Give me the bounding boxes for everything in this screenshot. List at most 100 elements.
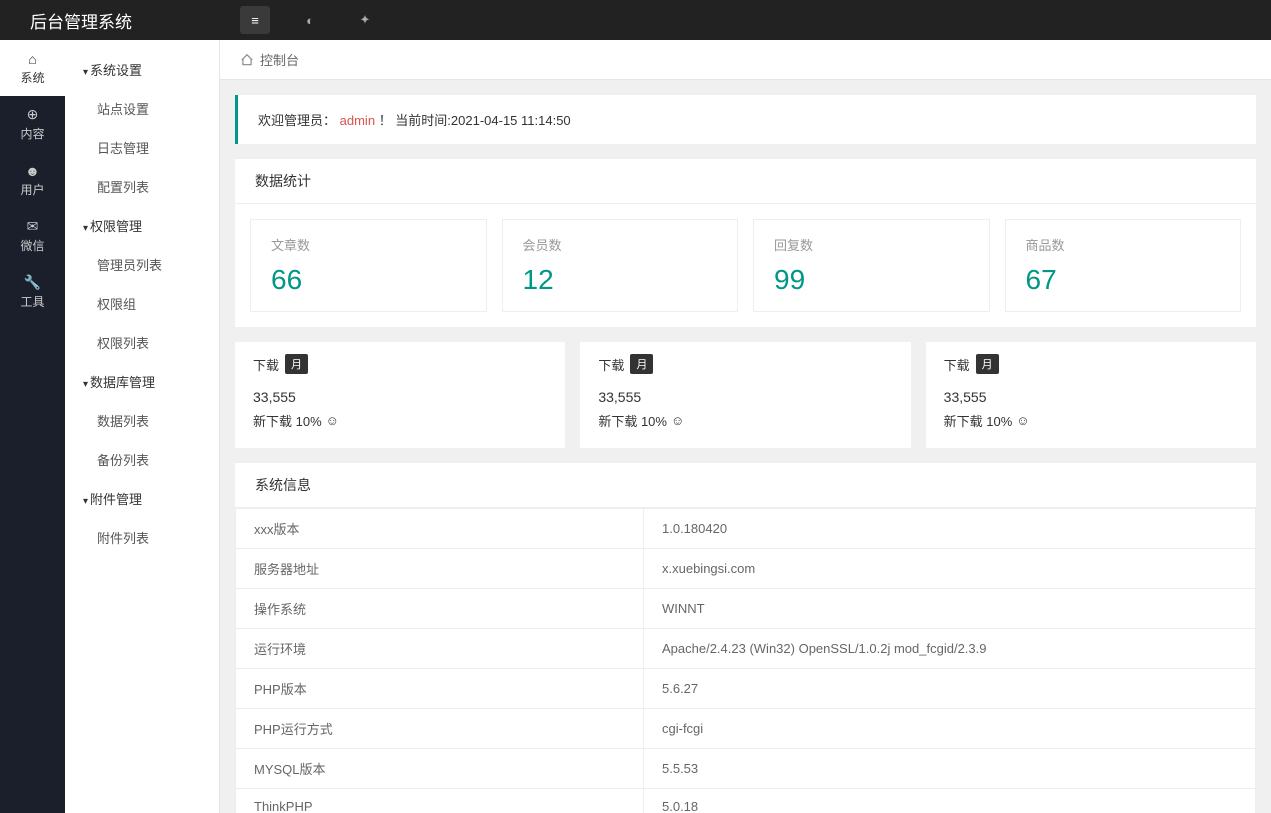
menu-item-admin-list[interactable]: 管理员列表: [65, 245, 219, 284]
stat-members: 会员数 12: [502, 219, 739, 312]
welcome-alert: 欢迎管理员： admin ！ 当前时间:2021-04-15 11:14:50: [235, 95, 1256, 144]
globe-button[interactable]: ◐: [295, 6, 325, 34]
table-row: 服务器地址x.xuebingsi.com: [236, 549, 1256, 589]
stat-label: 商品数: [1026, 235, 1221, 254]
menu-group-permission[interactable]: ▾权限管理: [65, 206, 219, 245]
menu-item-site-settings[interactable]: 站点设置: [65, 89, 219, 128]
dl-subtext: 新下载 10%: [944, 411, 1013, 430]
info-key: xxx版本: [236, 509, 644, 549]
menu-item-attachment-list[interactable]: 附件列表: [65, 518, 219, 557]
caret-down-icon: ▾: [83, 379, 88, 390]
menu-toggle-button[interactable]: ≡: [240, 6, 270, 34]
info-key: PHP版本: [236, 669, 644, 709]
menu-item-log-manage[interactable]: 日志管理: [65, 128, 219, 167]
stat-value: 67: [1026, 264, 1221, 296]
info-val: 5.6.27: [644, 669, 1256, 709]
brush-icon: ✦: [360, 12, 371, 28]
caret-down-icon: ▾: [83, 67, 88, 78]
info-val: 5.5.53: [644, 749, 1256, 789]
menu-group-system-settings[interactable]: ▾系统设置: [65, 50, 219, 89]
globe-icon: ⊕: [27, 106, 39, 123]
table-row: MYSQL版本5.5.53: [236, 749, 1256, 789]
smile-icon: ☺: [1016, 413, 1029, 428]
dl-title: 下载: [944, 355, 970, 374]
smile-icon: ☺: [671, 413, 684, 428]
info-key: 运行环境: [236, 629, 644, 669]
welcome-suffix: ！ 当前时间:2021-04-15 11:14:50: [379, 113, 571, 128]
nav-system[interactable]: ⌂ 系统: [0, 40, 65, 96]
download-card: 下载月 33,555 新下载 10%☺: [235, 342, 565, 448]
home-icon: ⌂: [28, 51, 36, 67]
sysinfo-table: xxx版本1.0.180420 服务器地址x.xuebingsi.com 操作系…: [235, 508, 1256, 813]
stats-title: 数据统计: [235, 159, 1256, 204]
download-card: 下载月 33,555 新下载 10%☺: [580, 342, 910, 448]
clear-button[interactable]: ✦: [350, 6, 380, 34]
nav-label: 内容: [20, 125, 44, 142]
table-row: ThinkPHP5.0.18: [236, 789, 1256, 813]
nav-user[interactable]: ☻ 用户: [0, 152, 65, 208]
menu-item-permission-group[interactable]: 权限组: [65, 284, 219, 323]
stat-label: 会员数: [523, 235, 718, 254]
nav-content[interactable]: ⊕ 内容: [0, 96, 65, 152]
dl-subtext: 新下载 10%: [253, 411, 322, 430]
info-val: WINNT: [644, 589, 1256, 629]
menu-icon: ≡: [251, 13, 259, 28]
dl-badge: 月: [285, 354, 308, 374]
nav-label: 微信: [20, 237, 44, 254]
stat-label: 文章数: [271, 235, 466, 254]
menu-item-permission-list[interactable]: 权限列表: [65, 323, 219, 362]
stat-articles: 文章数 66: [250, 219, 487, 312]
menu-group-database[interactable]: ▾数据库管理: [65, 362, 219, 401]
info-val: Apache/2.4.23 (Win32) OpenSSL/1.0.2j mod…: [644, 629, 1256, 669]
dl-number: 33,555: [598, 389, 892, 405]
info-key: 服务器地址: [236, 549, 644, 589]
table-row: PHP版本5.6.27: [236, 669, 1256, 709]
nav-icons: ⌂ 系统 ⊕ 内容 ☻ 用户 ✉ 微信 🔧 工具: [0, 40, 65, 813]
welcome-admin: admin: [340, 113, 375, 128]
table-row: 运行环境Apache/2.4.23 (Win32) OpenSSL/1.0.2j…: [236, 629, 1256, 669]
sidebar: ▾系统设置 站点设置 日志管理 配置列表 ▾权限管理 管理员列表 权限组 权限列…: [65, 40, 220, 813]
info-key: PHP运行方式: [236, 709, 644, 749]
download-card: 下载月 33,555 新下载 10%☺: [926, 342, 1256, 448]
dl-number: 33,555: [253, 389, 547, 405]
globe-icon: ◐: [306, 13, 314, 28]
info-key: MYSQL版本: [236, 749, 644, 789]
app-title: 后台管理系统: [0, 8, 220, 33]
menu-item-config-list[interactable]: 配置列表: [65, 167, 219, 206]
stat-value: 99: [774, 264, 969, 296]
stat-value: 66: [271, 264, 466, 296]
menu-item-data-list[interactable]: 数据列表: [65, 401, 219, 440]
table-row: 操作系统WINNT: [236, 589, 1256, 629]
menu-group-attachment[interactable]: ▾附件管理: [65, 479, 219, 518]
sysinfo-panel: 系统信息 xxx版本1.0.180420 服务器地址x.xuebingsi.co…: [235, 463, 1256, 813]
topbar: 后台管理系统 ≡ ◐ ✦: [0, 0, 1271, 40]
stat-label: 回复数: [774, 235, 969, 254]
caret-down-icon: ▾: [83, 223, 88, 234]
download-row: 下载月 33,555 新下载 10%☺ 下载月 33,555 新下载 10%☺ …: [235, 342, 1256, 448]
dl-subtext: 新下载 10%: [598, 411, 667, 430]
info-val: 1.0.180420: [644, 509, 1256, 549]
stats-panel: 数据统计 文章数 66 会员数 12 回复数 99 商品数: [235, 159, 1256, 327]
smile-icon: ☺: [326, 413, 339, 428]
nav-tools[interactable]: 🔧 工具: [0, 264, 65, 320]
table-row: xxx版本1.0.180420: [236, 509, 1256, 549]
info-val: cgi-fcgi: [644, 709, 1256, 749]
info-key: 操作系统: [236, 589, 644, 629]
nav-wechat[interactable]: ✉ 微信: [0, 208, 65, 264]
info-val: 5.0.18: [644, 789, 1256, 813]
info-val: x.xuebingsi.com: [644, 549, 1256, 589]
table-row: PHP运行方式cgi-fcgi: [236, 709, 1256, 749]
topbar-buttons: ≡ ◐ ✦: [220, 6, 380, 34]
main-content: 控制台 欢迎管理员： admin ！ 当前时间:2021-04-15 11:14…: [220, 40, 1271, 813]
user-icon: ☻: [25, 163, 40, 179]
home-icon: [240, 53, 254, 67]
wechat-icon: ✉: [27, 218, 39, 235]
stat-replies: 回复数 99: [753, 219, 990, 312]
info-key: ThinkPHP: [236, 789, 644, 813]
menu-item-backup-list[interactable]: 备份列表: [65, 440, 219, 479]
breadcrumb-label: 控制台: [260, 50, 299, 69]
dl-badge: 月: [976, 354, 999, 374]
nav-label: 工具: [20, 293, 44, 310]
stat-products: 商品数 67: [1005, 219, 1242, 312]
welcome-prefix: 欢迎管理员：: [258, 113, 336, 128]
